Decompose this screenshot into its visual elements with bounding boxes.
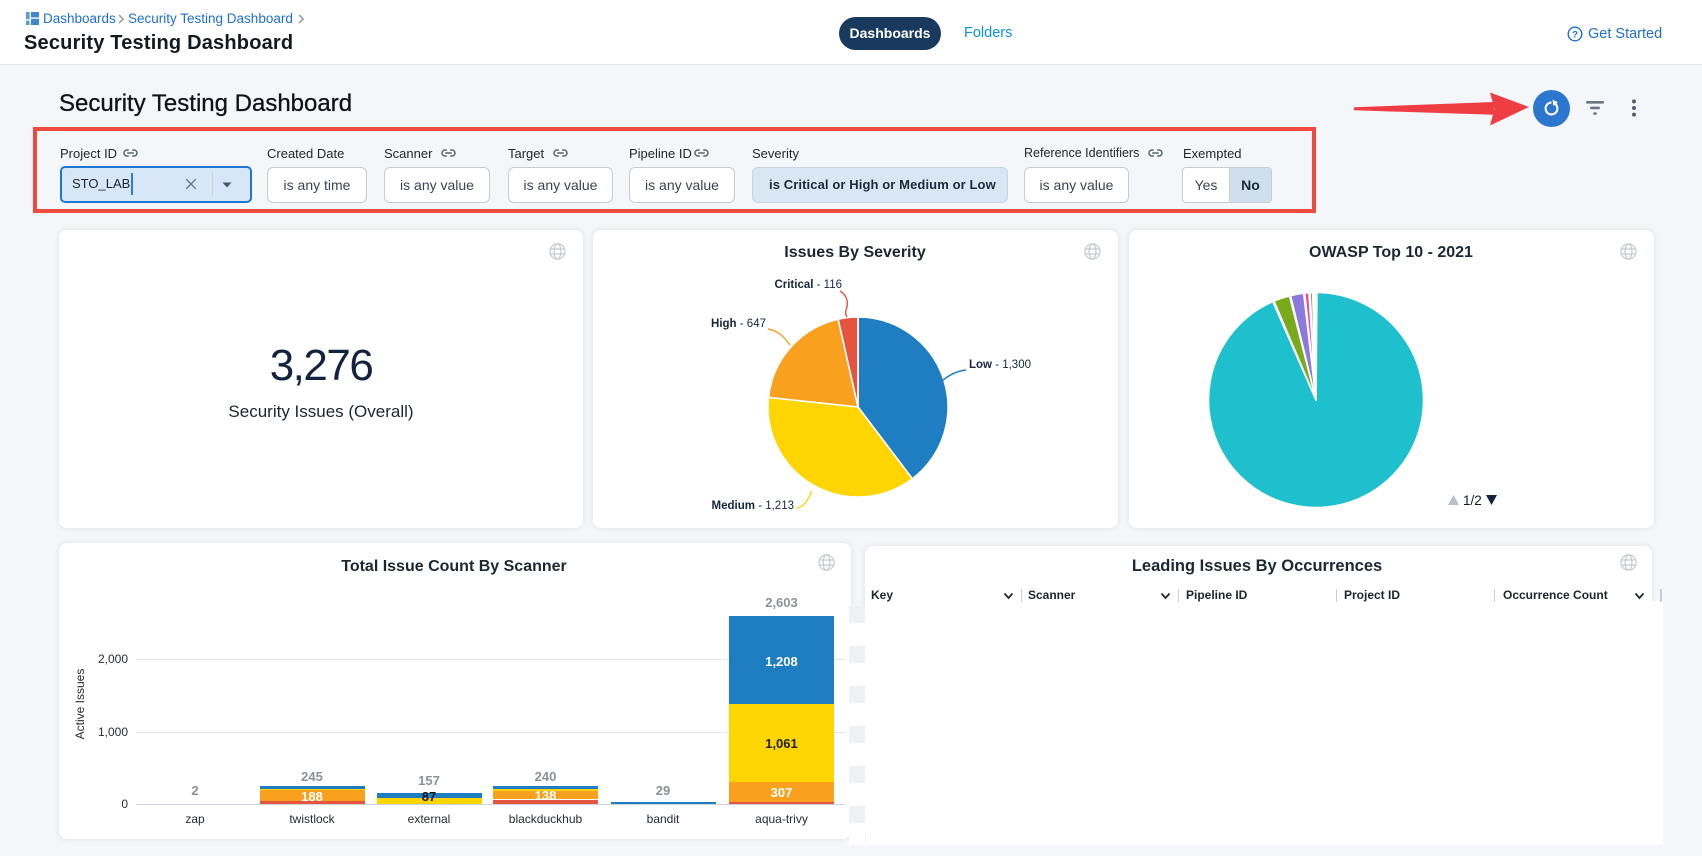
svg-text:High - 647: High - 647 (711, 318, 766, 330)
svg-text:?: ? (1572, 29, 1578, 40)
svg-text:Low - 1,300: Low - 1,300 (969, 359, 1031, 371)
svg-text:Medium - 1,213: Medium - 1,213 (712, 500, 794, 512)
svg-text:Critical - 116: Critical - 116 (774, 279, 842, 291)
